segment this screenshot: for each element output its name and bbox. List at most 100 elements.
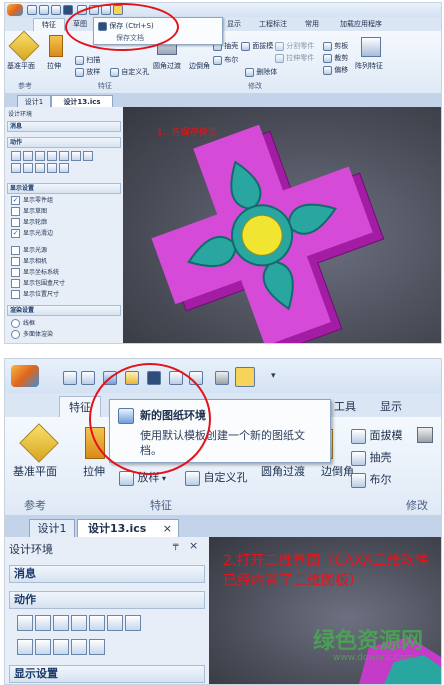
shield-icon[interactable]: [59, 151, 69, 161]
section-message[interactable]: 消息: [7, 121, 121, 132]
split-part-button[interactable]: 分割零件: [275, 41, 314, 51]
edit-icon[interactable]: [71, 151, 81, 161]
extrude-icon[interactable]: [49, 35, 63, 57]
link-icon[interactable]: [35, 639, 51, 655]
new-icon[interactable]: [27, 5, 37, 15]
fillet-button[interactable]: 圆角过渡: [261, 463, 305, 479]
box-icon[interactable]: [59, 163, 69, 173]
part-icon[interactable]: [23, 151, 33, 161]
pin-icon[interactable]: ╤: [173, 541, 178, 551]
tab-drafting[interactable]: 工程标注: [253, 18, 293, 31]
doc-tab-design1[interactable]: 设计1: [29, 519, 75, 538]
document-tabs: 设计1 设计13.ics: [5, 93, 441, 108]
tab-display[interactable]: 显示: [220, 18, 248, 31]
open-icon[interactable]: [39, 5, 49, 15]
display-uncheck-4[interactable]: 显示包围盒尺寸: [11, 278, 65, 288]
doc-tab-design13[interactable]: 设计13.ics ×: [77, 519, 179, 538]
tab-feature[interactable]: 特征: [33, 18, 65, 32]
display-check-3[interactable]: 显示轮廓: [11, 217, 47, 227]
custom-hole-button[interactable]: 自定义孔: [110, 67, 149, 77]
base-plane-button[interactable]: 基准平面: [13, 463, 57, 479]
delete-body-button[interactable]: 删除体: [245, 67, 277, 77]
array-icon[interactable]: [361, 37, 381, 57]
assembly-icon[interactable]: [53, 615, 69, 631]
display-uncheck-2[interactable]: 显示相机: [11, 256, 47, 266]
close-icon[interactable]: ×: [189, 539, 198, 552]
check-icon[interactable]: [81, 371, 95, 385]
grid-icon[interactable]: [235, 367, 255, 387]
shell-icon: [351, 450, 366, 466]
sweep-button[interactable]: 扫描: [75, 55, 100, 65]
section-message[interactable]: 消息: [9, 565, 205, 583]
section-display[interactable]: 显示设置: [7, 183, 121, 194]
list-icon[interactable]: [17, 615, 33, 631]
extra-tool-icon[interactable]: [417, 427, 433, 443]
fillet-button[interactable]: 圆角过渡: [153, 61, 181, 71]
stretch-part-button[interactable]: 拉伸零件: [275, 53, 314, 63]
chamfer-button[interactable]: 边倒角: [189, 61, 210, 71]
display-check-1[interactable]: ✓ 显示零件组: [11, 195, 53, 205]
base-plane-button[interactable]: 基准平面: [7, 61, 35, 71]
display-uncheck-5[interactable]: 显示位置尺寸: [11, 289, 59, 299]
chamfer-button[interactable]: 边倒角: [321, 463, 354, 479]
more-icon[interactable]: ▾: [271, 371, 276, 381]
dropdown-arrow-icon[interactable]: ▾: [160, 474, 166, 483]
bool-button[interactable]: 布尔: [213, 55, 238, 65]
left-panel-title: 设计环境: [8, 111, 33, 118]
display-uncheck-1[interactable]: 显示光源: [11, 245, 47, 255]
section-action[interactable]: 动作: [9, 591, 205, 609]
image-icon[interactable]: [83, 151, 93, 161]
list-icon[interactable]: [11, 151, 21, 161]
checkbox-checked-icon: ✓: [11, 196, 20, 205]
axis-icon[interactable]: [71, 639, 87, 655]
shield-icon[interactable]: [89, 615, 105, 631]
3d-viewport[interactable]: 2.打开二维界面（CAXA三维软件已经内置了二维图板） 绿色资源网 www.do…: [209, 537, 441, 684]
tool-icon[interactable]: [17, 639, 33, 655]
trim-button[interactable]: 裁剪: [323, 53, 348, 63]
display-uncheck-3[interactable]: 显示坐标系统: [11, 267, 59, 277]
render-option-1[interactable]: 线框: [11, 318, 35, 328]
close-icon[interactable]: ×: [163, 520, 172, 538]
highlight-circle: [89, 363, 211, 475]
tab-common[interactable]: 常用: [297, 18, 327, 31]
face-draft-button[interactable]: 面拔模: [351, 427, 403, 444]
save-icon[interactable]: [63, 5, 73, 15]
tab-display[interactable]: 显示: [371, 396, 411, 417]
image-icon[interactable]: [125, 615, 141, 631]
extrude-button[interactable]: 拉伸: [47, 61, 61, 71]
tab-tools[interactable]: 工具: [325, 396, 365, 417]
array-feature-button[interactable]: 阵列特征: [355, 61, 383, 71]
base-plane-icon[interactable]: [19, 423, 59, 463]
cube-icon[interactable]: [215, 371, 229, 385]
box-icon[interactable]: [89, 639, 105, 655]
calc-icon[interactable]: [35, 163, 45, 173]
new-icon[interactable]: [63, 371, 77, 385]
assembly-icon[interactable]: [35, 151, 45, 161]
edit-icon[interactable]: [107, 615, 123, 631]
gear-icon[interactable]: [71, 615, 87, 631]
section-display[interactable]: 显示设置: [9, 665, 205, 683]
gear-icon[interactable]: [47, 151, 57, 161]
custom-hole-button[interactable]: 自定义孔: [185, 469, 248, 486]
axis-icon[interactable]: [47, 163, 57, 173]
section-action[interactable]: 动作: [7, 137, 121, 148]
3d-viewport[interactable]: 1、先保存模型: [123, 107, 441, 343]
display-check-2[interactable]: 显示草图: [11, 206, 47, 216]
section-render[interactable]: 渲染设置: [7, 305, 121, 316]
face-draft-button[interactable]: 面拔模: [241, 41, 273, 51]
cut-button[interactable]: 剪板: [323, 41, 348, 51]
shell-button[interactable]: 抽壳: [351, 449, 392, 466]
offset-button[interactable]: 偏移: [323, 65, 348, 75]
calc-icon[interactable]: [53, 639, 69, 655]
extrude-button[interactable]: 拉伸: [83, 463, 105, 479]
bool-button[interactable]: 布尔: [351, 471, 392, 488]
tool-icon[interactable]: [11, 163, 21, 173]
render-option-2[interactable]: 多面体渲染: [11, 329, 53, 339]
folder-icon[interactable]: [51, 5, 61, 15]
link-icon[interactable]: [23, 163, 33, 173]
base-plane-icon[interactable]: [8, 30, 40, 62]
display-check-4[interactable]: ✓ 显示光滑边: [11, 228, 53, 238]
tab-addins[interactable]: 加载应用程序: [331, 18, 391, 31]
part-icon[interactable]: [35, 615, 51, 631]
loft-button[interactable]: 放样: [75, 67, 100, 77]
